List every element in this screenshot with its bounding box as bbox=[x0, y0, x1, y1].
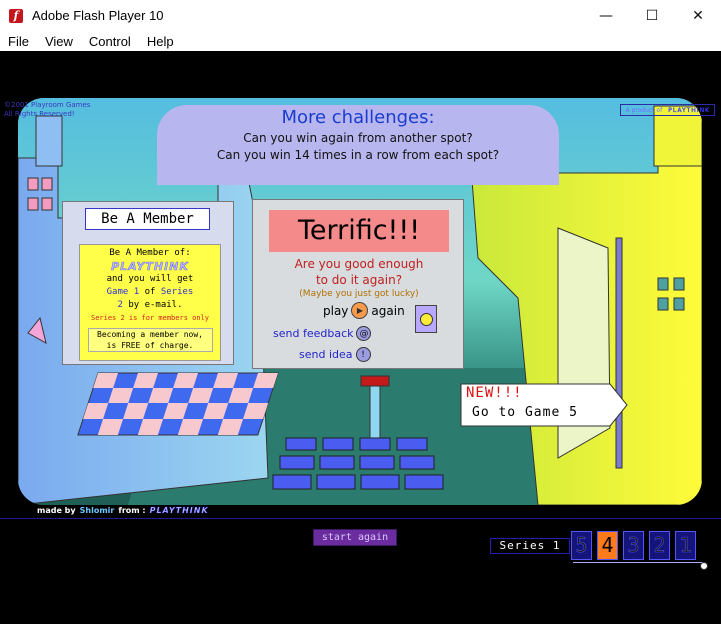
free-line-1: Becoming a member now, bbox=[97, 330, 203, 339]
copyright-notice: ©2001 Playroom Games All Rights Reserved… bbox=[4, 101, 90, 119]
send-idea-link[interactable]: send idea ! bbox=[299, 347, 371, 362]
flash-player-icon: f bbox=[9, 8, 23, 23]
series-selector: Series 1 5 4 3 2 1 bbox=[490, 531, 710, 571]
member-line-3: Game 1 of Series bbox=[80, 286, 220, 299]
copyright-line2: All Rights Reserved! bbox=[4, 110, 75, 118]
credit-brand-logo: PLAYTHINK bbox=[149, 506, 209, 515]
play-label: play bbox=[323, 303, 349, 318]
menu-view[interactable]: View bbox=[37, 34, 81, 49]
challenge-question: Are you good enough to do it again? bbox=[253, 256, 465, 288]
from-label: from : bbox=[118, 506, 146, 515]
members-only-note: Series 2 is for members only bbox=[90, 314, 209, 322]
result-headline: Terrific!!! bbox=[269, 210, 449, 252]
series-label: Series 1 bbox=[490, 538, 570, 554]
send-feedback-link[interactable]: send feedback @ bbox=[273, 326, 372, 341]
play-icon[interactable]: ▶ bbox=[351, 302, 369, 319]
send-feedback-label: send feedback bbox=[273, 327, 354, 340]
game-number: 1 bbox=[133, 287, 140, 297]
close-button[interactable]: ✕ bbox=[675, 0, 721, 31]
product-badge[interactable]: A product of PLAYTHINK bbox=[620, 104, 715, 116]
again-label: again bbox=[371, 303, 405, 318]
series-word: Series bbox=[160, 287, 194, 297]
menu-bar: File View Control Help bbox=[0, 31, 721, 51]
minimize-button[interactable]: — bbox=[583, 0, 629, 31]
made-by-label: made by bbox=[37, 506, 76, 515]
pacman-icon bbox=[419, 312, 433, 326]
play-again-button[interactable]: play ▶ again bbox=[323, 302, 405, 319]
email-icon[interactable]: @ bbox=[356, 326, 372, 341]
idea-icon[interactable]: ! bbox=[355, 347, 371, 362]
by-email: by e-mail. bbox=[128, 300, 183, 310]
window-controls: — ☐ ✕ bbox=[583, 0, 721, 31]
member-title: Be A Member bbox=[85, 208, 210, 230]
banner-line-1: Can you win again from another spot? bbox=[243, 131, 473, 145]
free-notice: Becoming a member now, is FREE of charge… bbox=[87, 328, 213, 352]
product-label: A product of bbox=[625, 106, 663, 114]
level-2-button[interactable]: 2 bbox=[649, 531, 670, 560]
of-word: of bbox=[144, 287, 156, 297]
divider bbox=[0, 518, 721, 519]
menu-help[interactable]: Help bbox=[139, 34, 182, 49]
player-card bbox=[415, 305, 437, 333]
title-bar: f Adobe Flash Player 10 — ☐ ✕ bbox=[0, 0, 721, 31]
level-3-button[interactable]: 3 bbox=[623, 531, 644, 560]
maximize-button[interactable]: ☐ bbox=[629, 0, 675, 31]
game-word: Game bbox=[106, 287, 129, 297]
send-idea-label: send idea bbox=[299, 348, 353, 361]
menu-file[interactable]: File bbox=[0, 34, 37, 49]
level-1-button[interactable]: 1 bbox=[675, 531, 696, 560]
member-brand-logo: PLAYTHINK bbox=[111, 260, 189, 273]
go-to-game-5-button[interactable]: NEW!!! Go to Game 5 bbox=[460, 383, 628, 427]
copyright-line1: ©2001 Playroom Games bbox=[4, 101, 91, 109]
banner-line-2: Can you win 14 times in a row from each … bbox=[216, 148, 500, 162]
question-line-1: Are you good enough bbox=[294, 257, 424, 271]
flash-stage: ©2001 Playroom Games All Rights Reserved… bbox=[0, 51, 721, 624]
member-info-box: Be A Member of: PLAYTHINK and you will g… bbox=[79, 244, 221, 361]
member-line-2: and you will get bbox=[106, 274, 194, 284]
author-name: Shlomir bbox=[79, 506, 115, 515]
challenges-banner: More challenges: Can you win again from … bbox=[157, 105, 559, 185]
result-panel: Terrific!!! Are you good enough to do it… bbox=[252, 199, 464, 369]
lucky-aside: (Maybe you just got lucky) bbox=[299, 289, 419, 299]
member-line-4: 2 by e-mail. bbox=[80, 299, 220, 312]
level-5-button[interactable]: 5 bbox=[571, 531, 592, 560]
brand-logo: PLAYTHINK bbox=[668, 106, 710, 114]
series-knob[interactable] bbox=[700, 562, 708, 570]
free-line-2: is FREE of charge. bbox=[106, 341, 194, 350]
series-number: 2 bbox=[117, 300, 123, 310]
window-title: Adobe Flash Player 10 bbox=[32, 8, 164, 23]
level-4-button[interactable]: 4 bbox=[597, 531, 618, 560]
member-panel[interactable]: Be A Member Be A Member of: PLAYTHINK an… bbox=[62, 201, 234, 365]
new-label: NEW!!! bbox=[466, 385, 523, 401]
member-line-1: Be A Member of: bbox=[109, 248, 191, 258]
question-line-2: to do it again? bbox=[315, 273, 403, 287]
series-track bbox=[573, 562, 703, 563]
goto-label: Go to Game 5 bbox=[472, 405, 578, 420]
start-again-button[interactable]: start again bbox=[313, 529, 397, 546]
credit-line: made by Shlomir from : PLAYTHINK bbox=[37, 506, 209, 515]
menu-control[interactable]: Control bbox=[81, 34, 139, 49]
banner-title: More challenges: bbox=[281, 107, 435, 128]
